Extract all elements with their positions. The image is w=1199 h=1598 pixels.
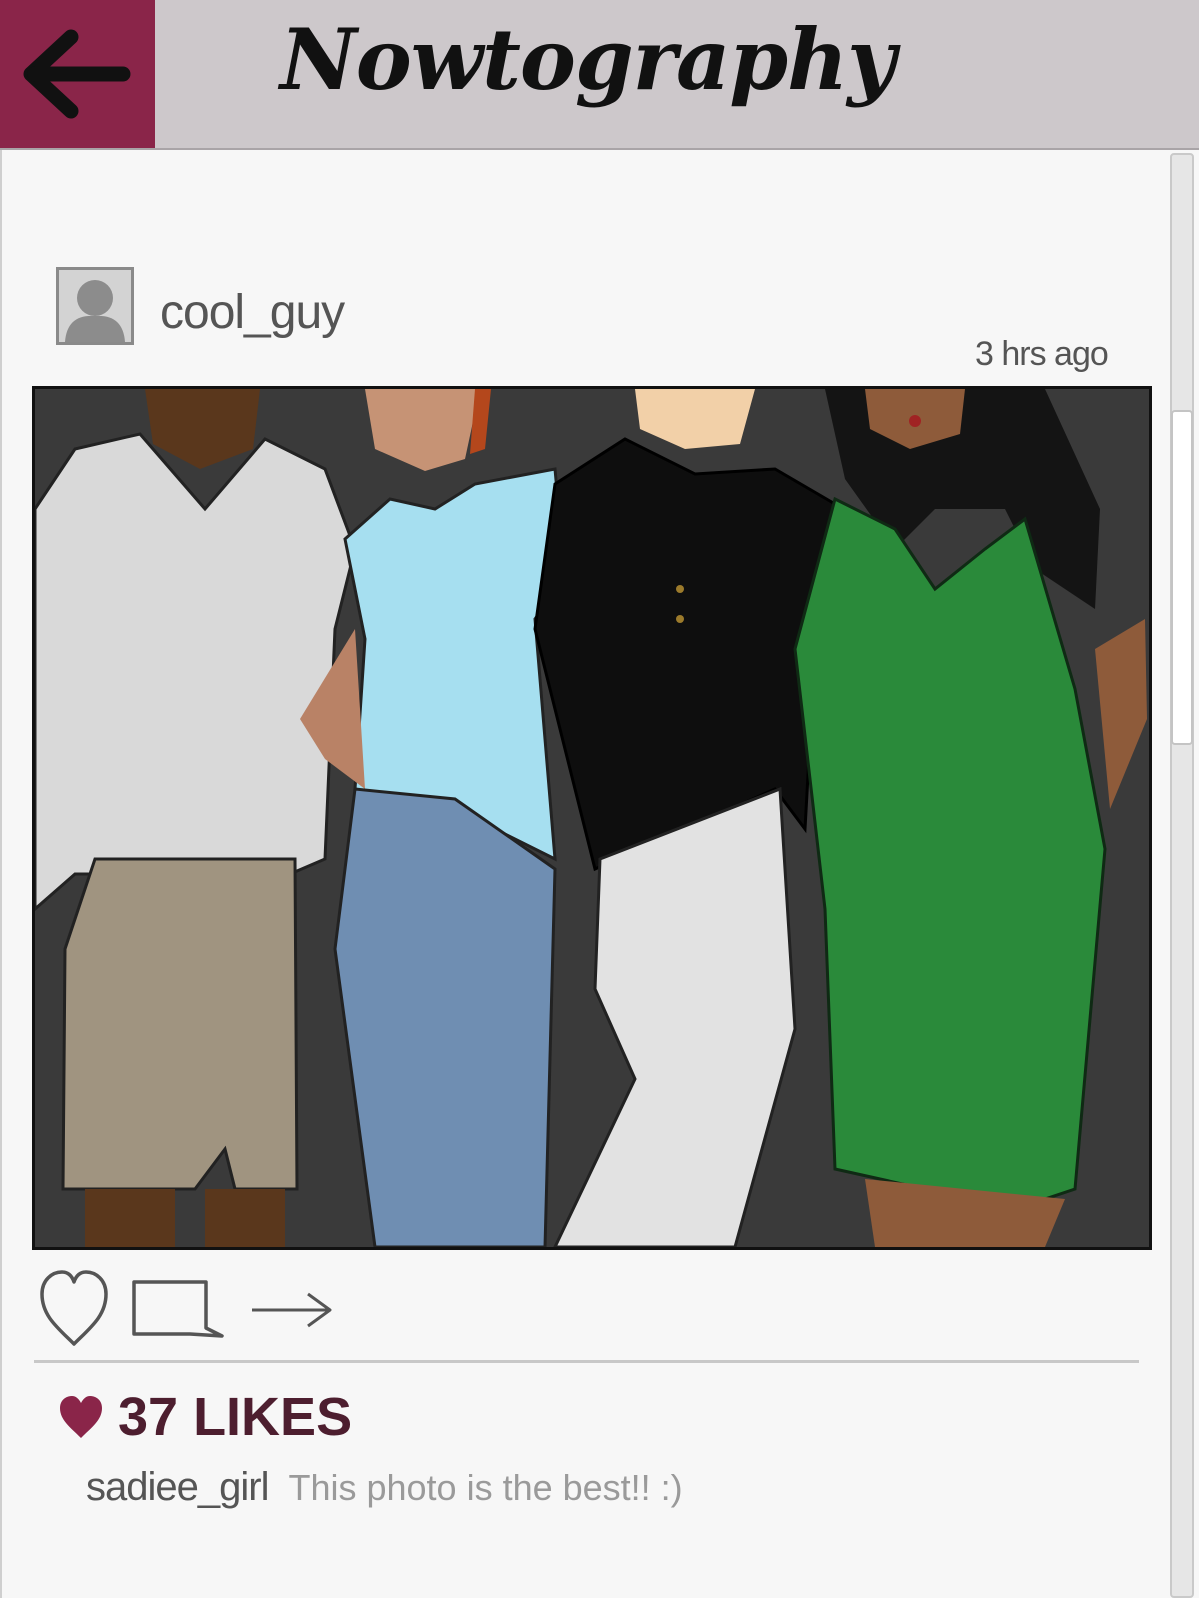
avatar[interactable] [56, 267, 134, 345]
share-arrow-icon [252, 1292, 332, 1328]
scrollbar-thumb[interactable] [1171, 410, 1193, 745]
likes-count[interactable]: 37 LIKES [58, 1386, 352, 1448]
app-title: Nowtography [280, 10, 896, 109]
share-button[interactable] [250, 1290, 334, 1334]
post-username[interactable]: cool_guy [160, 285, 345, 340]
app-header: Nowtography [0, 0, 1199, 150]
post-photo-illustration [35, 389, 1149, 1247]
comment-username[interactable]: sadiee_girl [86, 1465, 269, 1510]
comment-text: This photo is the best!! :) [288, 1467, 683, 1508]
comment-button[interactable] [130, 1278, 226, 1346]
post-divider [34, 1360, 1139, 1363]
heart-outline-icon [40, 1270, 108, 1346]
app-window: Nowtography cool_guy 3 hrs ago 37 LIKES … [0, 0, 1199, 1598]
back-button[interactable] [0, 0, 155, 148]
heart-filled-icon [60, 1396, 102, 1438]
like-button[interactable] [38, 1268, 110, 1352]
default-user-avatar-icon [59, 270, 131, 342]
comment-icon [132, 1280, 224, 1338]
post-timestamp: 3 hrs ago [975, 335, 1109, 373]
scrollbar-track[interactable] [1170, 153, 1194, 1598]
arrow-left-icon [23, 29, 130, 119]
post-photo[interactable] [32, 386, 1152, 1250]
comment-item: sadiee_girl This photo is the best!! :) [86, 1465, 683, 1510]
likes-label: 37 LIKES [118, 1387, 353, 1447]
post-actions [38, 1268, 438, 1348]
